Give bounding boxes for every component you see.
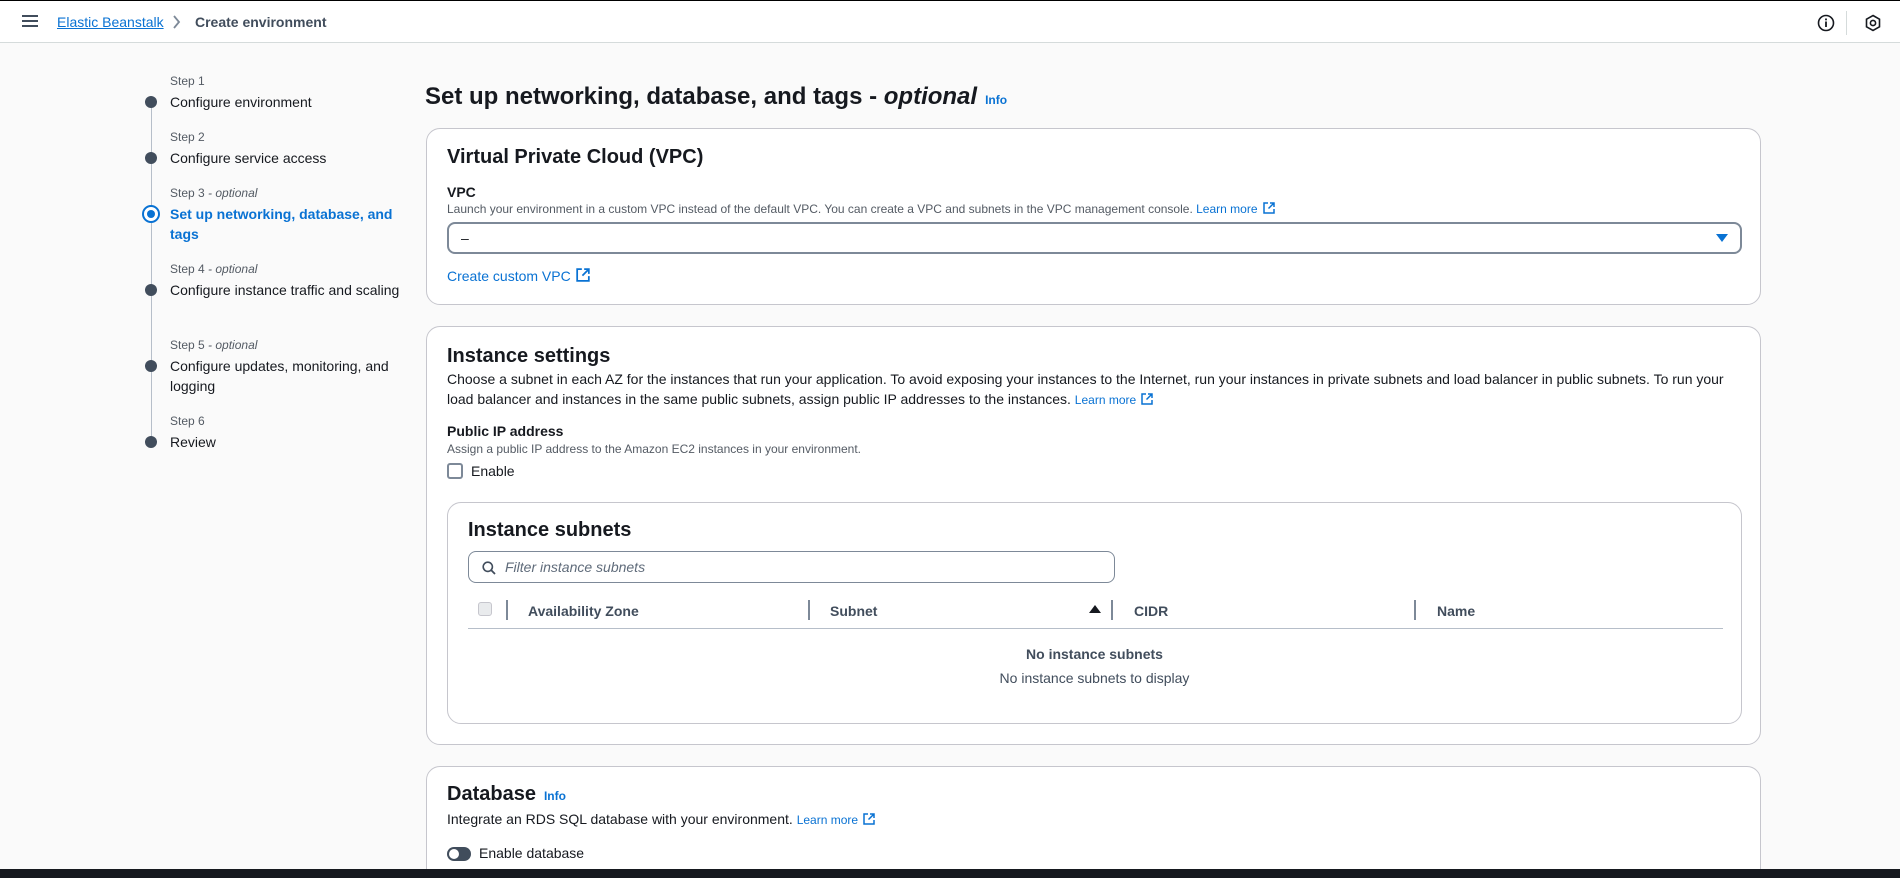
breadcrumb-elastic-beanstalk[interactable]: Elastic Beanstalk [57, 14, 164, 30]
step-label[interactable]: Configure updates, monitoring, and loggi… [170, 356, 400, 396]
step-number: Step 2 [170, 130, 205, 144]
step-number: Step 3 - optional [170, 186, 258, 200]
bottom-bar [0, 869, 1900, 878]
vpc-field-description: Launch your environment in a custom VPC … [447, 202, 1275, 216]
step-number: Step 4 - optional [170, 262, 258, 276]
step-number: Step 5 - optional [170, 338, 258, 352]
instance-learn-more-link[interactable]: Learn more [1075, 393, 1153, 407]
step-label[interactable]: Configure environment [170, 92, 400, 112]
vpc-field-label: VPC [447, 184, 476, 200]
public-ip-enable-label[interactable]: Enable [471, 463, 515, 479]
database-info-link[interactable]: Info [544, 789, 566, 803]
empty-state-subtitle: No instance subnets to display [999, 670, 1190, 686]
step-dot [145, 284, 157, 296]
external-link-icon [1141, 393, 1153, 405]
instance-subnets-search-input[interactable] [505, 558, 1095, 576]
column-divider[interactable] [506, 600, 508, 620]
step-dot-active [142, 205, 160, 223]
empty-state-title: No instance subnets [1026, 646, 1163, 662]
column-divider[interactable] [1111, 600, 1113, 620]
caret-down-icon [1716, 234, 1728, 242]
vpc-learn-more-link[interactable]: Learn more [1196, 202, 1275, 216]
public-ip-description: Assign a public IP address to the Amazon… [447, 442, 862, 456]
page-title: Set up networking, database, and tags - … [425, 83, 1007, 111]
info-link[interactable]: Info [985, 93, 1007, 107]
vpc-card: Virtual Private Cloud (VPC) VPC Launch y… [426, 128, 1761, 305]
search-icon [482, 561, 496, 575]
column-header-cidr[interactable]: CIDR [1134, 603, 1168, 619]
instance-subnets-title: Instance subnets [468, 519, 632, 541]
instance-subnets-search[interactable] [468, 551, 1115, 583]
step-dot [145, 96, 157, 108]
select-all-checkbox[interactable] [478, 602, 492, 616]
step-dot [145, 436, 157, 448]
step-label-current: Set up networking, database, and tags [170, 206, 393, 242]
database-description: Integrate an RDS SQL database with your … [447, 809, 875, 830]
public-ip-enable-checkbox[interactable] [447, 463, 463, 479]
column-divider[interactable] [1414, 600, 1416, 620]
step-label[interactable]: Configure instance traffic and scaling [170, 280, 400, 300]
info-icon[interactable] [1817, 14, 1835, 32]
step-dot [145, 152, 157, 164]
top-navigation-bar: Elastic Beanstalk Create environment [0, 0, 1900, 43]
vpc-select[interactable]: – [447, 222, 1742, 254]
instance-settings-card: Instance settings Choose a subnet in eac… [426, 326, 1761, 745]
external-link-icon [1262, 202, 1275, 214]
database-title-row: Database Info [447, 783, 566, 806]
instance-settings-title: Instance settings [447, 345, 611, 367]
column-divider[interactable] [808, 600, 810, 620]
column-header-availability-zone[interactable]: Availability Zone [528, 603, 639, 619]
page-title-text: Set up networking, database, and tags - [425, 83, 884, 110]
public-ip-label: Public IP address [447, 423, 564, 439]
divider [1846, 11, 1847, 35]
table-header-rule [468, 628, 1723, 629]
settings-hexagon-icon[interactable] [1864, 14, 1882, 32]
vpc-card-title: Virtual Private Cloud (VPC) [447, 146, 704, 168]
step-number: Step 1 [170, 74, 205, 88]
column-header-name[interactable]: Name [1437, 603, 1475, 619]
external-link-icon [863, 813, 875, 825]
step-dot [145, 360, 157, 372]
create-custom-vpc-link[interactable]: Create custom VPC [447, 268, 590, 284]
enable-database-toggle[interactable] [447, 847, 471, 861]
page-title-optional: optional [883, 83, 978, 110]
external-link-icon [576, 268, 590, 282]
database-learn-more-link[interactable]: Learn more [797, 813, 875, 827]
menu-icon[interactable] [22, 14, 38, 28]
vpc-select-value: – [461, 230, 469, 246]
step-number: Step 6 [170, 414, 205, 428]
enable-database-label[interactable]: Enable database [479, 845, 584, 861]
sort-ascending-icon[interactable] [1089, 605, 1101, 613]
instance-subnets-panel: Instance subnets Availability Zone Subne… [447, 502, 1742, 724]
instance-settings-description: Choose a subnet in each AZ for the insta… [447, 371, 1724, 407]
database-card: Database Info Integrate an RDS SQL databa… [426, 766, 1761, 878]
breadcrumb-current: Create environment [195, 14, 327, 30]
chevron-right-icon [173, 15, 181, 29]
column-header-subnet[interactable]: Subnet [830, 603, 877, 619]
step-label[interactable]: Configure service access [170, 148, 400, 168]
database-title: Database [447, 783, 536, 805]
step-label[interactable]: Review [170, 432, 400, 452]
